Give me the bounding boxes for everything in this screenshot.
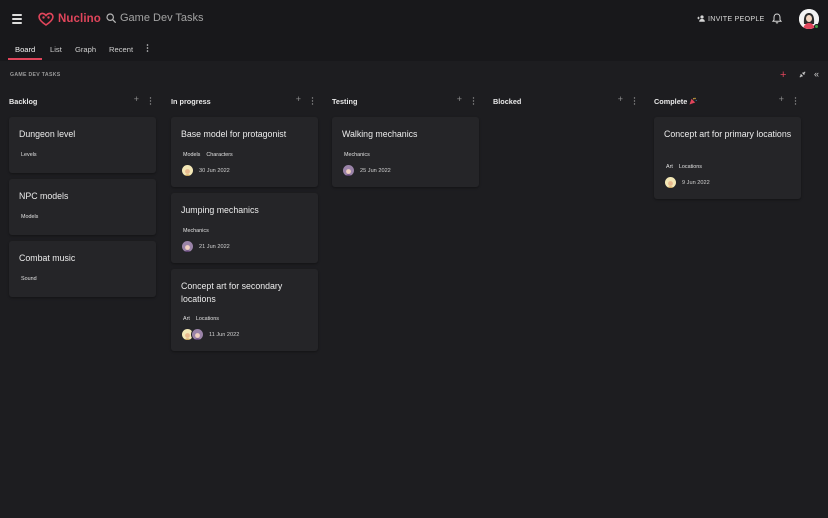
- card-dungeon-level[interactable]: Dungeon level Levels: [9, 117, 156, 173]
- tag: Mechanics: [344, 152, 370, 158]
- tag: Levels: [21, 152, 37, 158]
- card-tags: Art Locations: [664, 162, 704, 172]
- add-card-button[interactable]: +: [779, 94, 784, 104]
- workspace-search[interactable]: Game Dev Tasks: [106, 12, 204, 24]
- card-meta: 25 Jun 2022: [342, 164, 391, 177]
- card-title: Base model for protagonist: [181, 129, 287, 139]
- due-date: 25 Jun 2022: [360, 167, 391, 174]
- tag: Art: [183, 316, 190, 322]
- tab-graph[interactable]: Graph: [75, 45, 96, 54]
- due-date: 30 Jun 2022: [199, 167, 230, 174]
- more-vertical-icon[interactable]: [633, 97, 636, 105]
- card-tags: Mechanics: [181, 226, 211, 236]
- card-title: Concept art for secondary locations: [181, 281, 283, 304]
- card-title: Walking mechanics: [342, 129, 418, 139]
- column-header: Backlog +: [9, 93, 159, 109]
- card-base-model[interactable]: Base model for protagonist Models Charac…: [171, 117, 318, 187]
- party-popper-icon: [689, 97, 697, 105]
- add-card-button[interactable]: +: [618, 94, 623, 104]
- card-concept-art-secondary[interactable]: Concept art for secondary locations Art …: [171, 269, 318, 351]
- card-title: NPC models: [19, 191, 69, 201]
- chevrons-left-icon[interactable]: «: [814, 70, 819, 79]
- menu-icon[interactable]: [12, 14, 22, 24]
- card-combat-music[interactable]: Combat music Sound: [9, 241, 156, 297]
- assignee-avatar[interactable]: [664, 176, 677, 189]
- card-meta: 9 Jun 2022: [664, 176, 710, 189]
- tag: Sound: [21, 276, 37, 282]
- more-vertical-icon[interactable]: [149, 97, 152, 105]
- collapse-icon[interactable]: [799, 71, 806, 78]
- tag: Models: [183, 152, 201, 158]
- card-tags: Sound: [19, 274, 39, 284]
- card-tags: Mechanics: [342, 150, 372, 160]
- column-blocked: Blocked +: [493, 93, 643, 109]
- card-meta: 21 Jun 2022: [181, 240, 230, 253]
- card-title: Jumping mechanics: [181, 205, 259, 215]
- more-vertical-icon[interactable]: [311, 97, 314, 105]
- card-tags: Levels: [19, 150, 39, 160]
- tag: Locations: [678, 164, 702, 170]
- more-vertical-icon[interactable]: [794, 97, 797, 105]
- column-title-text: Complete: [654, 97, 688, 106]
- online-status-indicator: [814, 24, 819, 29]
- column-header: Testing +: [332, 93, 482, 109]
- column-backlog: Backlog +: [9, 93, 159, 109]
- logo-text: Nuclino: [58, 13, 101, 25]
- tag: Art: [666, 164, 673, 170]
- column-header: Blocked +: [493, 93, 643, 109]
- more-vertical-icon[interactable]: [146, 44, 149, 52]
- tag: Mechanics: [183, 228, 209, 234]
- column-testing: Testing +: [332, 93, 482, 109]
- column-header: Complete +: [654, 93, 804, 109]
- workspace-name: Game Dev Tasks: [120, 12, 204, 24]
- nuclino-logo-icon: [38, 12, 54, 26]
- due-date: 11 Jun 2022: [209, 331, 240, 338]
- due-date: 21 Jun 2022: [199, 243, 230, 250]
- card-meta: 11 Jun 2022: [181, 328, 239, 341]
- tag: Models: [21, 214, 39, 220]
- card-npc-models[interactable]: NPC models Models: [9, 179, 156, 235]
- search-icon: [106, 13, 116, 23]
- column-header: In progress +: [171, 93, 321, 109]
- tab-board[interactable]: Board: [15, 45, 35, 54]
- nuclino-logo[interactable]: Nuclino: [37, 11, 101, 27]
- card-title: Concept art for primary locations: [664, 129, 792, 139]
- assignee-avatar[interactable]: [181, 164, 194, 177]
- breadcrumb: GAME DEV TASKS: [10, 72, 61, 78]
- more-vertical-icon[interactable]: [472, 97, 475, 105]
- card-walking-mechanics[interactable]: Walking mechanics Mechanics 25 Jun 2022: [332, 117, 479, 187]
- invite-people-button[interactable]: INVITE PEOPLE: [697, 14, 765, 23]
- assignee-avatar[interactable]: [181, 240, 194, 253]
- column-title: Blocked: [493, 97, 522, 106]
- card-tags: Models: [19, 212, 40, 222]
- assignee-avatar[interactable]: [191, 328, 204, 341]
- bell-icon[interactable]: [772, 13, 782, 24]
- column-complete: Complete +: [654, 93, 804, 109]
- card-concept-art-primary[interactable]: Concept art for primary locations Art Lo…: [654, 117, 801, 199]
- tag: Locations: [195, 316, 219, 322]
- tag: Characters: [206, 152, 233, 158]
- card-title: Combat music: [19, 253, 76, 263]
- column-title: Backlog: [9, 97, 38, 106]
- card-tags: Art Locations: [181, 314, 221, 324]
- card-jumping-mechanics[interactable]: Jumping mechanics Mechanics 21 Jun 2022: [171, 193, 318, 263]
- card-meta: 30 Jun 2022: [181, 164, 230, 177]
- card-title: Dungeon level: [19, 129, 76, 139]
- add-card-button[interactable]: +: [134, 94, 139, 104]
- column-title: Testing: [332, 97, 358, 106]
- add-column-button[interactable]: +: [780, 70, 786, 81]
- add-card-button[interactable]: +: [296, 94, 301, 104]
- assignee-avatar[interactable]: [342, 164, 355, 177]
- column-title: Complete: [654, 97, 697, 106]
- active-tab-indicator: [8, 58, 42, 60]
- tab-list[interactable]: List: [50, 45, 62, 54]
- add-card-button[interactable]: +: [457, 94, 462, 104]
- column-title: In progress: [171, 97, 211, 106]
- due-date: 9 Jun 2022: [682, 179, 710, 186]
- column-in-progress: In progress +: [171, 93, 321, 109]
- tab-recent[interactable]: Recent: [109, 45, 133, 54]
- card-tags: Models Characters: [181, 150, 235, 160]
- add-user-icon: [697, 15, 705, 22]
- invite-people-label: INVITE PEOPLE: [708, 14, 765, 23]
